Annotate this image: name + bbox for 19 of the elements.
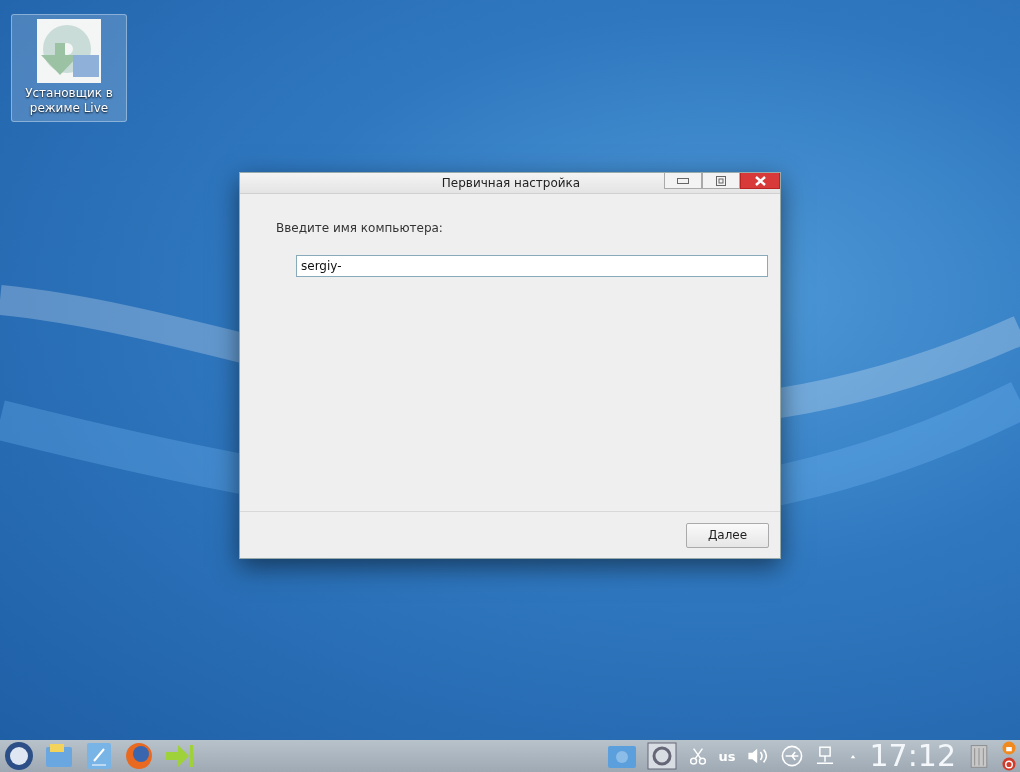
next-button[interactable]: Далее — [686, 522, 769, 548]
hostname-prompt: Введите имя компьютера: — [276, 221, 444, 235]
keyboard-layout-indicator[interactable]: us — [718, 748, 736, 764]
desktop-icon[interactable]: Установщик в режиме Live — [11, 14, 127, 122]
desktop-icon-label: Установщик в режиме Live — [24, 86, 114, 116]
minimize-button[interactable] — [664, 173, 702, 189]
pencil-note-icon[interactable] — [84, 741, 114, 771]
minimize-icon — [677, 177, 689, 184]
disc-installer-icon — [37, 19, 101, 83]
lock-icon[interactable] — [1002, 741, 1016, 755]
start-menu-icon[interactable] — [4, 741, 34, 771]
close-button[interactable] — [740, 173, 780, 189]
maximize-icon — [716, 175, 726, 186]
close-icon — [754, 175, 766, 186]
clock[interactable]: 17:12 — [869, 741, 956, 771]
window-title: Первичная настройка — [440, 175, 582, 192]
maximize-button[interactable] — [702, 173, 740, 189]
power-icon[interactable] — [1002, 757, 1016, 771]
hostname-input-field[interactable]: sergiy- — [296, 255, 768, 277]
